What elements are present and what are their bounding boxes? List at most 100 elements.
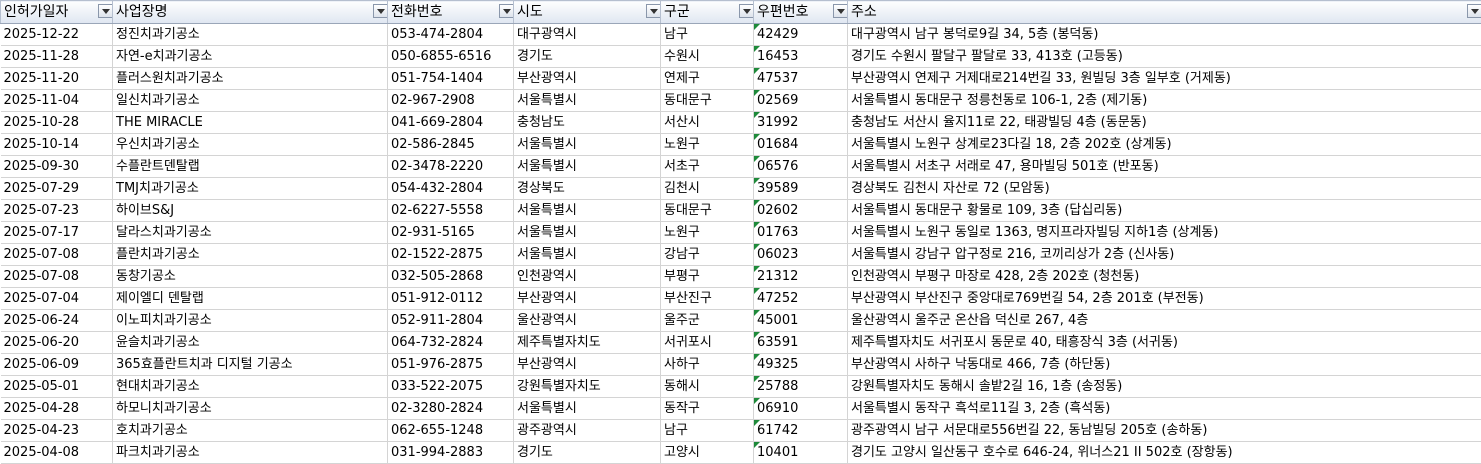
province-cell[interactable]: 광주광역시 <box>514 420 661 442</box>
district-cell[interactable]: 남구 <box>661 24 754 46</box>
postal-code-cell[interactable]: 06023 <box>754 244 848 266</box>
district-cell[interactable]: 노원구 <box>661 222 754 244</box>
district-cell[interactable]: 남구 <box>661 420 754 442</box>
province-cell[interactable]: 제주특별자치도 <box>514 332 661 354</box>
phone-cell[interactable]: 033-522-2075 <box>388 376 514 398</box>
permit-date-cell[interactable]: 2025-05-01 <box>1 376 113 398</box>
permit-date-cell[interactable]: 2025-06-24 <box>1 310 113 332</box>
business-name-cell[interactable]: 파크치과기공소 <box>113 442 388 464</box>
postal-code-cell[interactable]: 10401 <box>754 442 848 464</box>
permit-date-cell[interactable]: 2025-07-04 <box>1 288 113 310</box>
business-name-cell[interactable]: 하이브S&J <box>113 200 388 222</box>
address-cell[interactable]: 서울특별시 노원구 동일로 1363, 명지프라자빌딩 지하1층 (상계동) <box>848 222 1481 244</box>
business-name-cell[interactable]: 우신치과기공소 <box>113 134 388 156</box>
province-cell[interactable]: 서울특별시 <box>514 222 661 244</box>
district-cell[interactable]: 울주군 <box>661 310 754 332</box>
permit-date-cell[interactable]: 2025-11-28 <box>1 46 113 68</box>
filter-dropdown-icon[interactable] <box>98 4 113 18</box>
business-name-cell[interactable]: 하모니치과기공소 <box>113 398 388 420</box>
district-cell[interactable]: 서귀포시 <box>661 332 754 354</box>
district-cell[interactable]: 김천시 <box>661 178 754 200</box>
address-cell[interactable]: 인천광역시 부평구 마장로 428, 2층 202호 (청천동) <box>848 266 1481 288</box>
district-cell[interactable]: 동대문구 <box>661 90 754 112</box>
district-cell[interactable]: 서초구 <box>661 156 754 178</box>
postal-code-cell[interactable]: 01684 <box>754 134 848 156</box>
permit-date-cell[interactable]: 2025-09-30 <box>1 156 113 178</box>
province-cell[interactable]: 충청남도 <box>514 112 661 134</box>
phone-cell[interactable]: 031-994-2883 <box>388 442 514 464</box>
postal-code-cell[interactable]: 01763 <box>754 222 848 244</box>
postal-code-cell[interactable]: 21312 <box>754 266 848 288</box>
district-cell[interactable]: 연제구 <box>661 68 754 90</box>
address-cell[interactable]: 제주특별자치도 서귀포시 동문로 40, 태흥장식 3층 (서귀동) <box>848 332 1481 354</box>
postal-code-cell[interactable]: 45001 <box>754 310 848 332</box>
district-cell[interactable]: 서산시 <box>661 112 754 134</box>
permit-date-cell[interactable]: 2025-07-23 <box>1 200 113 222</box>
phone-cell[interactable]: 02-6227-5558 <box>388 200 514 222</box>
phone-cell[interactable]: 02-967-2908 <box>388 90 514 112</box>
province-cell[interactable]: 서울특별시 <box>514 134 661 156</box>
district-cell[interactable]: 동해시 <box>661 376 754 398</box>
address-cell[interactable]: 울산광역시 울주군 온산읍 덕신로 267, 4층 <box>848 310 1481 332</box>
district-cell[interactable]: 고양시 <box>661 442 754 464</box>
province-cell[interactable]: 서울특별시 <box>514 244 661 266</box>
address-cell[interactable]: 서울특별시 동대문구 황물로 109, 3층 (답십리동) <box>848 200 1481 222</box>
phone-cell[interactable]: 02-3280-2824 <box>388 398 514 420</box>
postal-code-cell[interactable]: 49325 <box>754 354 848 376</box>
phone-cell[interactable]: 054-432-2804 <box>388 178 514 200</box>
business-name-cell[interactable]: 365효플란트치과 디지털 기공소 <box>113 354 388 376</box>
filter-dropdown-icon[interactable] <box>499 4 514 18</box>
address-cell[interactable]: 대구광역시 남구 봉덕로9길 34, 5층 (봉덕동) <box>848 24 1481 46</box>
phone-cell[interactable]: 041-669-2804 <box>388 112 514 134</box>
business-name-cell[interactable]: 일신치과기공소 <box>113 90 388 112</box>
business-name-cell[interactable]: 플란치과기공소 <box>113 244 388 266</box>
province-cell[interactable]: 울산광역시 <box>514 310 661 332</box>
phone-cell[interactable]: 053-474-2804 <box>388 24 514 46</box>
province-cell[interactable]: 경기도 <box>514 46 661 68</box>
permit-date-cell[interactable]: 2025-07-08 <box>1 244 113 266</box>
phone-cell[interactable]: 02-586-2845 <box>388 134 514 156</box>
address-cell[interactable]: 서울특별시 동작구 흑석로11길 3, 2층 (흑석동) <box>848 398 1481 420</box>
business-name-cell[interactable]: 동창기공소 <box>113 266 388 288</box>
business-name-cell[interactable]: 수플란트덴탈랩 <box>113 156 388 178</box>
postal-code-cell[interactable]: 39589 <box>754 178 848 200</box>
business-name-cell[interactable]: 윤슬치과기공소 <box>113 332 388 354</box>
address-cell[interactable]: 충청남도 서산시 율지11로 22, 태광빌딩 4층 (동문동) <box>848 112 1481 134</box>
address-cell[interactable]: 서울특별시 노원구 상계로23다길 18, 2층 202호 (상계동) <box>848 134 1481 156</box>
address-cell[interactable]: 강원특별자치도 동해시 솔밭2길 16, 1층 (송정동) <box>848 376 1481 398</box>
province-cell[interactable]: 부산광역시 <box>514 68 661 90</box>
postal-code-cell[interactable]: 47537 <box>754 68 848 90</box>
business-name-cell[interactable]: 이노피치과기공소 <box>113 310 388 332</box>
business-name-cell[interactable]: 플러스원치과기공소 <box>113 68 388 90</box>
permit-date-cell[interactable]: 2025-06-09 <box>1 354 113 376</box>
address-cell[interactable]: 부산광역시 연제구 거제대로214번길 33, 원빌딩 3층 일부호 (거제동) <box>848 68 1481 90</box>
province-cell[interactable]: 서울특별시 <box>514 200 661 222</box>
permit-date-cell[interactable]: 2025-06-20 <box>1 332 113 354</box>
province-cell[interactable]: 대구광역시 <box>514 24 661 46</box>
postal-code-cell[interactable]: 16453 <box>754 46 848 68</box>
filter-dropdown-icon[interactable] <box>373 4 388 18</box>
permit-date-cell[interactable]: 2025-12-22 <box>1 24 113 46</box>
permit-date-cell[interactable]: 2025-04-23 <box>1 420 113 442</box>
postal-code-cell[interactable]: 25788 <box>754 376 848 398</box>
phone-cell[interactable]: 052-911-2804 <box>388 310 514 332</box>
province-cell[interactable]: 경기도 <box>514 442 661 464</box>
phone-cell[interactable]: 051-754-1404 <box>388 68 514 90</box>
business-name-cell[interactable]: 자연-e치과기공소 <box>113 46 388 68</box>
address-cell[interactable]: 경상북도 김천시 자산로 72 (모암동) <box>848 178 1481 200</box>
district-cell[interactable]: 강남구 <box>661 244 754 266</box>
postal-code-cell[interactable]: 61742 <box>754 420 848 442</box>
business-name-cell[interactable]: 현대치과기공소 <box>113 376 388 398</box>
phone-cell[interactable]: 02-3478-2220 <box>388 156 514 178</box>
province-cell[interactable]: 서울특별시 <box>514 398 661 420</box>
province-cell[interactable]: 서울특별시 <box>514 156 661 178</box>
province-cell[interactable]: 서울특별시 <box>514 90 661 112</box>
district-cell[interactable]: 동작구 <box>661 398 754 420</box>
province-cell[interactable]: 경상북도 <box>514 178 661 200</box>
filter-dropdown-icon[interactable] <box>646 4 661 18</box>
district-cell[interactable]: 노원구 <box>661 134 754 156</box>
postal-code-cell[interactable]: 02602 <box>754 200 848 222</box>
province-cell[interactable]: 인천광역시 <box>514 266 661 288</box>
province-cell[interactable]: 부산광역시 <box>514 288 661 310</box>
filter-dropdown-icon[interactable] <box>833 4 848 18</box>
